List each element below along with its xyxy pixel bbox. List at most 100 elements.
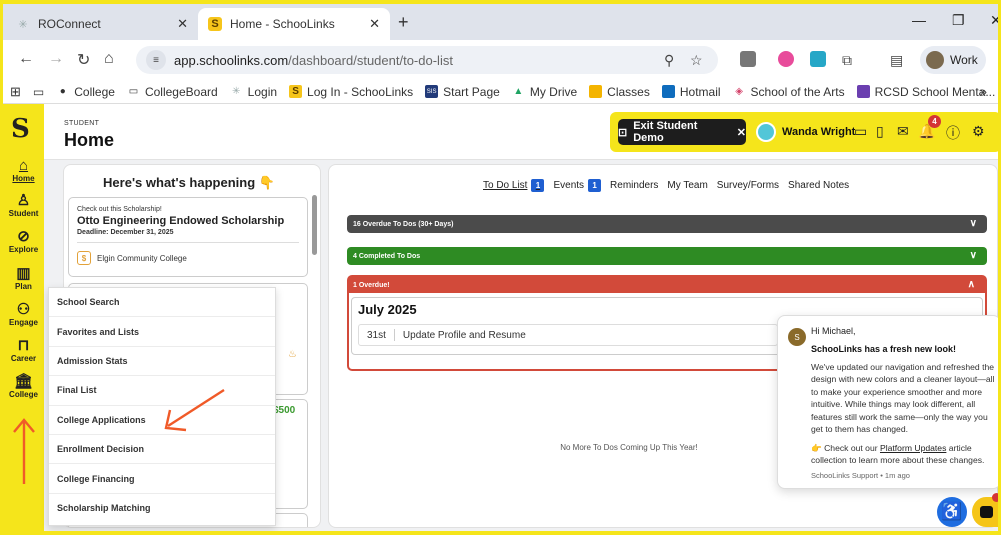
menu-item-admission-stats[interactable]: Admission Stats	[49, 347, 275, 377]
nav-student[interactable]: ♙ Student	[3, 193, 44, 219]
nav-career[interactable]: ⊓ Career	[3, 337, 44, 364]
completed-todos-bar[interactable]: 4 Completed To Dos ∨	[347, 247, 987, 265]
nav-plan[interactable]: ▥ Plan	[3, 265, 44, 292]
schoolinks-logo[interactable]: S	[11, 114, 30, 144]
user-name[interactable]: Wanda Wright	[782, 126, 855, 138]
chat-icon	[980, 506, 993, 518]
gear-icon[interactable]: ⚙	[972, 123, 985, 140]
bookmark-classes[interactable]: Classes	[589, 85, 650, 99]
bookmark-start-page[interactable]: SIS Start Page	[425, 85, 500, 99]
extensions-puzzle-icon[interactable]: ⧉	[842, 52, 852, 69]
briefcase-icon: ⊓	[17, 337, 30, 354]
close-tab-icon[interactable]: ✕	[369, 16, 380, 32]
exit-student-demo-button[interactable]: ⊡ Exit Student Demo ✕	[618, 119, 746, 145]
bookmark-my-drive[interactable]: ▲ My Drive	[512, 85, 577, 99]
schoolinks-favicon-icon: S	[208, 17, 222, 31]
popup-footer: SchooLinks Support • 1m ago	[811, 471, 910, 480]
zoom-icon[interactable]: ⚲	[664, 52, 674, 69]
profile-label: Work	[950, 53, 978, 67]
divider	[77, 242, 299, 243]
tab-schoolinks-home[interactable]: S Home - SchooLinks ✕	[198, 8, 390, 40]
tab-to-do-list[interactable]: To Do List 1	[483, 179, 545, 192]
restore-icon[interactable]: ❐	[952, 12, 965, 29]
schoolinks-icon: S	[289, 85, 303, 98]
bookmark-star-icon[interactable]: ☆	[690, 52, 703, 69]
nav-home[interactable]: ⌂ Home	[3, 158, 44, 184]
menu-item-enrollment-decision[interactable]: Enrollment Decision	[49, 435, 275, 465]
tab-reminders[interactable]: Reminders	[610, 179, 658, 192]
scholarship-org: $ Elgin Community College	[77, 251, 299, 265]
nav-explore[interactable]: ⊘ Explore	[3, 229, 44, 255]
todo-tabs: To Do List 1 Events 1 Reminders My Team Su…	[483, 179, 849, 192]
role-label: STUDENT	[64, 120, 100, 127]
bookmark-college[interactable]: ● College	[56, 85, 115, 99]
annotation-arrow-up-icon	[13, 418, 35, 484]
overdue-30-days-bar[interactable]: 16 Overdue To Dos (30+ Days) ∨	[347, 215, 987, 233]
extension-icon[interactable]	[740, 51, 756, 67]
tab-survey-forms[interactable]: Survey/Forms	[717, 179, 779, 192]
close-tab-icon[interactable]: ✕	[177, 16, 188, 32]
scholarship-card[interactable]: Check out this Scholarship! Otto Enginee…	[68, 197, 308, 277]
college-bookmark-icon: ●	[59, 86, 66, 97]
folder-icon[interactable]: ▭	[33, 85, 44, 99]
profile-button[interactable]: Work	[920, 46, 986, 74]
tab-shared-notes[interactable]: Shared Notes	[788, 179, 849, 192]
money-bag-icon: $	[77, 251, 91, 265]
platform-updates-link[interactable]: Platform Updates	[880, 443, 946, 453]
bookmark-schoolinks-login[interactable]: S Log In - SchooLinks	[289, 85, 413, 99]
overdue-header[interactable]: 1 Overdue! ∧	[349, 277, 985, 293]
arts-icon: ◈	[735, 86, 743, 97]
minimize-icon[interactable]: —	[912, 12, 926, 28]
bookmark-hotmail[interactable]: Hotmail	[661, 85, 721, 99]
menu-item-favorites-and-lists[interactable]: Favorites and Lists	[49, 317, 275, 347]
schoolinks-app: S ⌂ Home ♙ Student ⊘ Explore ▥ Plan ⚇ Engage …	[0, 104, 1001, 535]
bookmarks-bar: ⊞ ▭ ● College ▭ CollegeBoard ✳ Login S Log I…	[0, 80, 1001, 104]
accessibility-icon[interactable]: ♿	[937, 497, 967, 527]
map-icon: ▥	[16, 265, 31, 282]
menu-item-scholarship-matching[interactable]: Scholarship Matching	[49, 494, 275, 523]
announcement-popup[interactable]: S Hi Michael, SchooLinks has a fresh new…	[777, 315, 1001, 489]
menu-item-school-search[interactable]: School Search	[49, 288, 275, 318]
mail-icon[interactable]: ✉	[897, 123, 909, 140]
chevron-down-icon: ∨	[969, 250, 977, 261]
nav-engage[interactable]: ⚇ Engage	[3, 302, 44, 328]
menu-item-college-financing[interactable]: College Financing	[49, 464, 275, 494]
new-tab-icon[interactable]: +	[398, 12, 409, 33]
folder-icon: ▭	[128, 86, 139, 97]
reload-icon[interactable]: ↻	[77, 50, 90, 70]
scholarship-name: Otto Engineering Endowed Scholarship	[77, 215, 285, 227]
todo-item[interactable]: 31st Update Profile and Resume	[358, 324, 778, 346]
bookmark-login[interactable]: ✳ Login	[230, 85, 277, 99]
count-badge: 1	[531, 179, 545, 192]
nav-college[interactable]: 🏛 College	[3, 374, 44, 400]
more-bookmarks-icon[interactable]: »	[980, 84, 987, 99]
user-avatar[interactable]	[756, 122, 776, 142]
happenings-title: Here's what's happening 👇	[103, 175, 275, 190]
extension-icon[interactable]	[778, 51, 794, 67]
tab-roconnect[interactable]: ✳ ROConnect ✕	[6, 8, 198, 40]
outlook-icon	[661, 85, 675, 98]
wallet-icon[interactable]: ▭	[854, 123, 867, 140]
site-settings-icon[interactable]: ≡	[146, 50, 166, 70]
scrollbar[interactable]	[312, 195, 317, 255]
document-icon[interactable]: ▯	[876, 123, 884, 140]
roconnect-favicon-icon: ✳	[18, 18, 28, 31]
address-bar[interactable]: ≡ app.schoolinks.com /dashboard/student/…	[136, 46, 718, 74]
back-icon[interactable]: ←	[18, 50, 34, 68]
reading-list-icon[interactable]: ▤	[890, 52, 903, 69]
home-button-icon[interactable]: ⌂	[104, 50, 114, 68]
notification-badge: 4	[928, 115, 941, 128]
apps-grid-icon[interactable]: ⊞	[10, 84, 21, 100]
bookmark-collegeboard[interactable]: ▭ CollegeBoard	[127, 85, 218, 99]
highlight-frame-bottom	[0, 531, 1001, 535]
bookmark-school-of-the-arts[interactable]: ◈ School of the Arts	[733, 85, 844, 99]
bookmark-rcsd[interactable]: RCSD School Menta...	[856, 85, 995, 99]
money-bag-icon: ♨	[288, 349, 297, 360]
tab-my-team[interactable]: My Team	[667, 179, 707, 192]
url-path: /dashboard/student/to-do-list	[288, 52, 453, 68]
forward-icon[interactable]: →	[48, 50, 64, 68]
help-icon[interactable]: ⓘ	[946, 123, 960, 143]
extension-icon[interactable]	[810, 51, 826, 67]
close-icon: ✕	[736, 126, 746, 139]
tab-events[interactable]: Events 1	[553, 179, 602, 192]
